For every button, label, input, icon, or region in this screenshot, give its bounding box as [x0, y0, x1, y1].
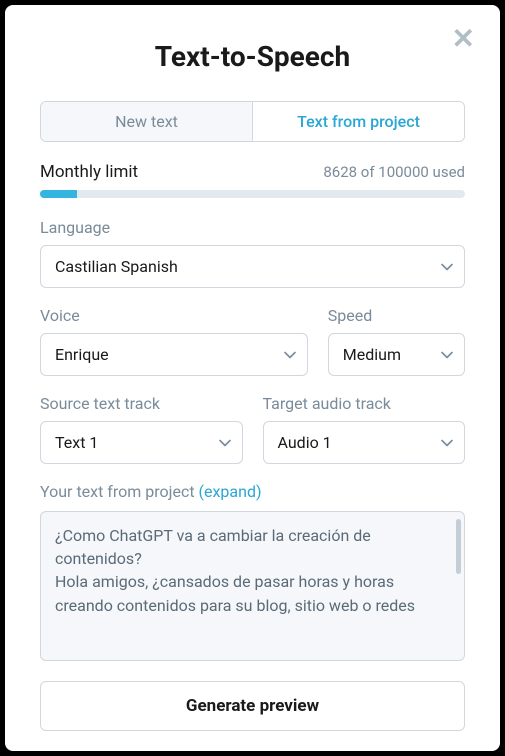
speed-value: Medium [343, 345, 401, 364]
limit-progress-bar [40, 190, 465, 198]
language-select[interactable]: Castilian Spanish [40, 245, 465, 288]
target-track-label: Target audio track [263, 394, 466, 413]
source-track-label: Source text track [40, 394, 243, 413]
close-icon[interactable]: ✕ [452, 25, 475, 53]
modal-title: Text-to-Speech [40, 40, 465, 73]
tab-new-text[interactable]: New text [41, 102, 253, 141]
voice-select[interactable]: Enrique [40, 333, 308, 376]
project-text-area[interactable] [40, 511, 465, 661]
scrollbar-thumb[interactable] [456, 519, 461, 574]
voice-label: Voice [40, 306, 308, 325]
source-track-value: Text 1 [55, 433, 98, 452]
limit-value: 8628 of 100000 used [323, 163, 465, 181]
generate-preview-button[interactable]: Generate preview [40, 681, 465, 731]
speed-label: Speed [328, 306, 465, 325]
tab-text-from-project[interactable]: Text from project [253, 102, 464, 141]
speed-select[interactable]: Medium [328, 333, 465, 376]
source-track-select[interactable]: Text 1 [40, 421, 243, 464]
tab-group: New text Text from project [40, 101, 465, 142]
limit-label: Monthly limit [40, 162, 138, 182]
language-value: Castilian Spanish [55, 257, 178, 276]
language-label: Language [40, 218, 465, 237]
tts-modal: ✕ Text-to-Speech New text Text from proj… [5, 5, 500, 751]
limit-row: Monthly limit 8628 of 100000 used [40, 162, 465, 182]
target-track-select[interactable]: Audio 1 [263, 421, 466, 464]
textarea-label: Your text from project [40, 482, 199, 501]
limit-progress-fill [40, 190, 77, 198]
expand-link[interactable]: (expand) [199, 482, 262, 501]
voice-value: Enrique [55, 345, 109, 364]
textarea-label-row: Your text from project (expand) [40, 482, 465, 501]
target-track-value: Audio 1 [278, 433, 332, 452]
